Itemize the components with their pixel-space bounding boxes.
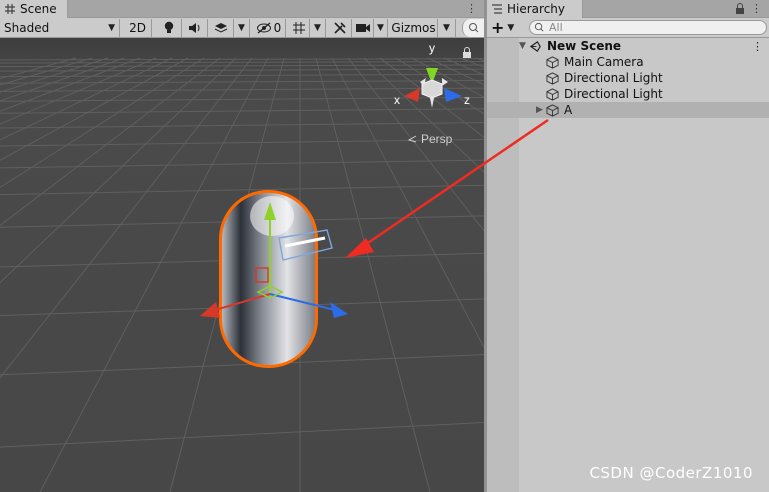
shading-mode-dropdown[interactable]: Shaded ▼ [0,19,120,37]
effects-toggle[interactable] [208,19,234,37]
watermark-text: CSDN @CoderZ1010 [589,464,753,482]
eye-slash-icon [256,22,271,34]
scene-tabstrip: Scene ⋮ [0,0,484,18]
list-item[interactable]: Main Camera [487,54,769,70]
expand-down-icon[interactable]: ▼ [519,41,529,51]
list-item-label: A [564,103,573,117]
tab-hierarchy-label: Hierarchy [507,2,566,16]
list-icon [492,4,502,14]
hierarchy-tree: ▼ New Scene ⋮ Main Camera Directional Li… [487,38,769,118]
list-item-selected[interactable]: ▶ A [487,102,769,118]
audio-toggle[interactable] [182,19,208,37]
gizmos-label: Gizmos [391,21,436,35]
scene-toolbar: Shaded ▼ 2D ▼ 0 ▼ ▼ Gizmos ▼ [0,18,484,38]
gizmo-center-cube [421,79,443,99]
effects-dropdown[interactable]: ▼ [234,19,250,37]
wrench-icon [333,22,346,34]
tab-scene-label: Scene [20,2,57,16]
hidden-count: 0 [273,21,282,35]
unity-scene-icon [529,40,541,52]
scene-search-input[interactable] [462,19,484,37]
gameobject-cube-icon [546,87,559,101]
scene-panel: Scene ⋮ Shaded ▼ 2D ▼ 0 ▼ ▼ Gizmos ▼ y x… [0,0,484,492]
tab-scene[interactable]: Scene [0,0,68,18]
chevron-down-icon: ▼ [507,23,515,33]
scene-view-canvas[interactable]: y x z Persp [0,38,484,492]
gizmos-button[interactable]: Gizmos [390,19,438,37]
gizmo-z-label: z [464,93,470,107]
chevron-down-icon: ▼ [377,23,384,33]
gameobject-cube-icon [546,55,559,69]
lighting-toggle[interactable] [156,19,182,37]
hierarchy-toolbar: + ▼ All [487,18,769,38]
hierarchy-tabstrip: Hierarchy ⋮ [487,0,769,18]
projection-label: Persp [421,132,453,146]
grid-icon [5,4,15,14]
tools-toggle[interactable] [328,19,352,37]
gizmo-y-label: y [429,41,435,55]
hierarchy-menu-icon[interactable]: ⋮ [751,2,762,16]
grid-snap-icon [292,22,305,34]
scene-menu-icon[interactable]: ⋮ [752,40,763,53]
lock-icon[interactable] [735,3,745,18]
grid-toggle[interactable] [288,19,310,37]
list-item-label: Directional Light [564,87,663,101]
search-icon [468,23,478,33]
grid-dropdown[interactable]: ▼ [310,19,326,37]
scene-menu-icon[interactable]: ⋮ [466,2,477,16]
gameobject-cube-icon [546,71,559,85]
create-button[interactable]: + ▼ [491,19,521,37]
video-camera-icon [355,24,370,32]
gizmo-x-label: x [394,93,400,107]
camera-dropdown[interactable]: ▼ [374,19,388,37]
hidden-objects-toggle[interactable]: 0 [252,19,286,37]
speaker-icon [188,23,199,33]
expand-right-icon[interactable]: ▶ [536,105,546,115]
list-item[interactable]: Directional Light [487,70,769,86]
search-placeholder: All [549,21,563,34]
shading-mode-label: Shaded [4,21,50,35]
chevron-down-icon: ▼ [108,23,115,33]
gizmos-dropdown[interactable]: ▼ [438,19,456,37]
toggle-2d-button[interactable]: 2D [124,19,152,37]
list-item-label: Main Camera [564,55,644,69]
list-item[interactable]: Directional Light [487,86,769,102]
gameobject-cube-icon [546,103,559,117]
layers-icon [214,23,227,33]
chevron-down-icon: ▼ [314,23,321,33]
scene-root-row[interactable]: ▼ New Scene ⋮ [487,38,769,54]
hierarchy-panel: Hierarchy ⋮ + ▼ All ▼ New Scene ⋮ Main C… [487,0,769,492]
chevron-down-icon: ▼ [238,23,245,33]
plus-icon: + [491,18,505,37]
hierarchy-search-input[interactable]: All [529,20,767,35]
scene-name: New Scene [547,39,622,53]
toggle-2d-label: 2D [129,21,146,35]
camera-settings[interactable] [352,19,374,37]
tab-hierarchy[interactable]: Hierarchy [487,0,583,18]
list-item-label: Directional Light [564,71,663,85]
search-icon [534,22,544,32]
lightbulb-icon [164,21,173,33]
scene-viewport[interactable]: y x z Persp [0,38,484,492]
chevron-down-icon: ▼ [443,23,450,33]
